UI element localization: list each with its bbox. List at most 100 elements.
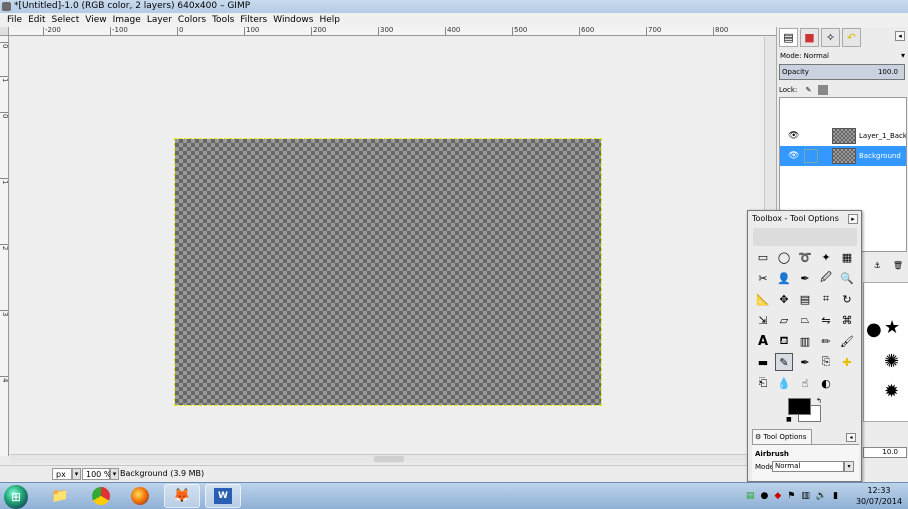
heal-tool-icon[interactable]: ✚ [838,353,856,371]
network-icon[interactable]: ▥ [801,491,810,501]
tab-layers[interactable]: ▤ [779,28,798,47]
zoom-tool-icon[interactable]: 🔍 [838,269,856,287]
tray-dot-icon[interactable]: ● [761,491,769,501]
tool-mode-select[interactable]: Normal [772,461,844,472]
perspective-tool-icon[interactable]: ⏢ [796,311,814,329]
lock-alpha-icon[interactable] [817,85,828,95]
align-tool-icon[interactable]: ▤ [796,290,814,308]
image-canvas[interactable] [174,138,602,406]
layer-chain-icon[interactable] [804,149,818,163]
text-tool-icon[interactable]: A [754,332,772,350]
toolbox-menu-button[interactable]: ▸ [848,214,858,224]
menu-image[interactable]: Image [110,13,144,27]
reset-colors-icon[interactable]: ■ [786,416,792,423]
acrobat-icon[interactable]: ◆ [774,491,781,501]
delete-icon[interactable]: 🗑 [893,261,903,273]
menu-windows[interactable]: Windows [270,13,316,27]
scissors-tool-icon[interactable]: ✂ [754,269,772,287]
tab-paths[interactable]: ✧ [821,28,840,47]
move-tool-icon[interactable]: ✥ [775,290,793,308]
menu-view[interactable]: View [82,13,109,27]
paintbrush-tool-icon[interactable]: 🖌 [838,332,856,350]
gimp-taskbar-icon[interactable]: 🦊 [164,484,200,508]
scale-tool-icon[interactable]: ⇲ [754,311,772,329]
flag-icon[interactable]: ⚑ [787,491,795,501]
tool-options-menu-button[interactable]: ◂ [846,433,856,442]
foreground-color-swatch[interactable] [788,398,811,415]
layer-row-selected[interactable]: 👁 Background [780,146,906,166]
spacing-field[interactable]: 10.0 [863,447,907,458]
ellipse-select-tool-icon[interactable]: ◯ [775,248,793,266]
firefox-icon[interactable] [122,484,158,508]
battery-icon[interactable]: ▮ [833,491,838,501]
menu-filters[interactable]: Filters [237,13,270,27]
blur-tool-icon[interactable]: 💧 [775,374,793,392]
color-picker-tool-icon[interactable]: 🖉 [817,269,835,287]
clock[interactable]: 12:33 30/07/2014 [852,485,906,507]
opacity-slider[interactable]: Opacity 100.0 [779,64,905,80]
foreground-select-tool-icon[interactable]: 👤 [775,269,793,287]
measure-tool-icon[interactable]: 📐 [754,290,772,308]
tab-channels[interactable]: ■ [800,28,819,47]
visibility-eye-icon[interactable]: 👁 [788,151,799,161]
mode-value[interactable]: Normal [804,52,829,60]
horizontal-scrollbar[interactable] [10,454,764,463]
free-select-tool-icon[interactable]: ➰ [796,248,814,266]
menu-layer[interactable]: Layer [144,13,175,27]
flip-tool-icon[interactable]: ⇋ [817,311,835,329]
lock-pixels-icon[interactable]: ✎ [806,86,812,94]
perspective-clone-tool-icon[interactable]: ⎗ [754,374,772,392]
anchor-icon[interactable]: ⚓ [874,261,881,273]
brush-texture-icon[interactable]: ✹ [884,381,899,402]
paths-tool-icon[interactable]: ✒ [796,269,814,287]
layer-row[interactable]: 👁 Layer_1_Backgro [780,126,906,146]
smudge-tool-icon[interactable]: ☝ [796,374,814,392]
tab-undo[interactable]: ↶ [842,28,861,47]
start-button[interactable]: ⊞ [4,485,28,509]
word-icon[interactable]: W [205,484,241,508]
crop-tool-icon[interactable]: ⌗ [817,290,835,308]
opacity-value[interactable]: 100.0 [878,68,898,76]
menu-edit[interactable]: Edit [25,13,48,27]
wilber-dropzone[interactable] [753,228,857,246]
tab-tool-options[interactable]: ⚙ Tool Options [752,429,812,444]
tray-app-icon[interactable]: ▤ [746,491,755,501]
ink-tool-icon[interactable]: ✒ [796,353,814,371]
pencil-tool-icon[interactable]: ✏ [817,332,835,350]
dodge-burn-tool-icon[interactable]: ◐ [817,374,835,392]
brush-splatter-icon[interactable]: ✺ [884,351,899,372]
airbrush-tool-icon[interactable]: ✎ [775,353,793,371]
ruler-corner[interactable] [0,27,9,36]
menu-help[interactable]: Help [316,13,343,27]
zoom-select[interactable]: 100 % [82,468,111,480]
blend-tool-icon[interactable]: ▥ [796,332,814,350]
visibility-eye-icon[interactable]: 👁 [788,131,799,141]
scroll-thumb[interactable] [374,456,404,462]
brush-star-icon[interactable]: ★ [884,317,900,338]
bucket-fill-tool-icon[interactable]: ⛾ [775,332,793,350]
shear-tool-icon[interactable]: ▱ [775,311,793,329]
horizontal-ruler[interactable]: -200 -100 0 100 200 300 400 500 600 700 800 [9,27,776,36]
mode-dropdown-icon[interactable]: ▾ [901,51,905,60]
brush-circle-icon[interactable]: ● [866,319,882,340]
eraser-tool-icon[interactable]: ▬ [754,353,772,371]
rect-select-tool-icon[interactable]: ▭ [754,248,772,266]
clone-tool-icon[interactable]: ⎘ [817,353,835,371]
chrome-icon[interactable] [83,484,119,508]
menu-select[interactable]: Select [49,13,83,27]
menu-colors[interactable]: Colors [175,13,209,27]
volume-icon[interactable]: 🔊 [816,491,827,501]
cage-tool-icon[interactable]: ⌘ [838,311,856,329]
chevron-down-icon[interactable]: ▾ [844,461,854,472]
swap-colors-icon[interactable]: ↰ [816,397,822,405]
vertical-ruler[interactable]: 0 1 0 1 2 3 4 [0,36,9,456]
dock-menu-button[interactable]: ◂ [895,31,905,41]
color-select-tool-icon[interactable]: ▦ [838,248,856,266]
unit-select[interactable]: px [52,468,72,480]
zoom-dropdown-icon[interactable]: ▾ [110,468,119,480]
explorer-icon[interactable]: 📁 [42,484,78,508]
fuzzy-select-tool-icon[interactable]: ✦ [817,248,835,266]
menu-file[interactable]: File [4,13,25,27]
menu-tools[interactable]: Tools [209,13,237,27]
rotate-tool-icon[interactable]: ↻ [838,290,856,308]
